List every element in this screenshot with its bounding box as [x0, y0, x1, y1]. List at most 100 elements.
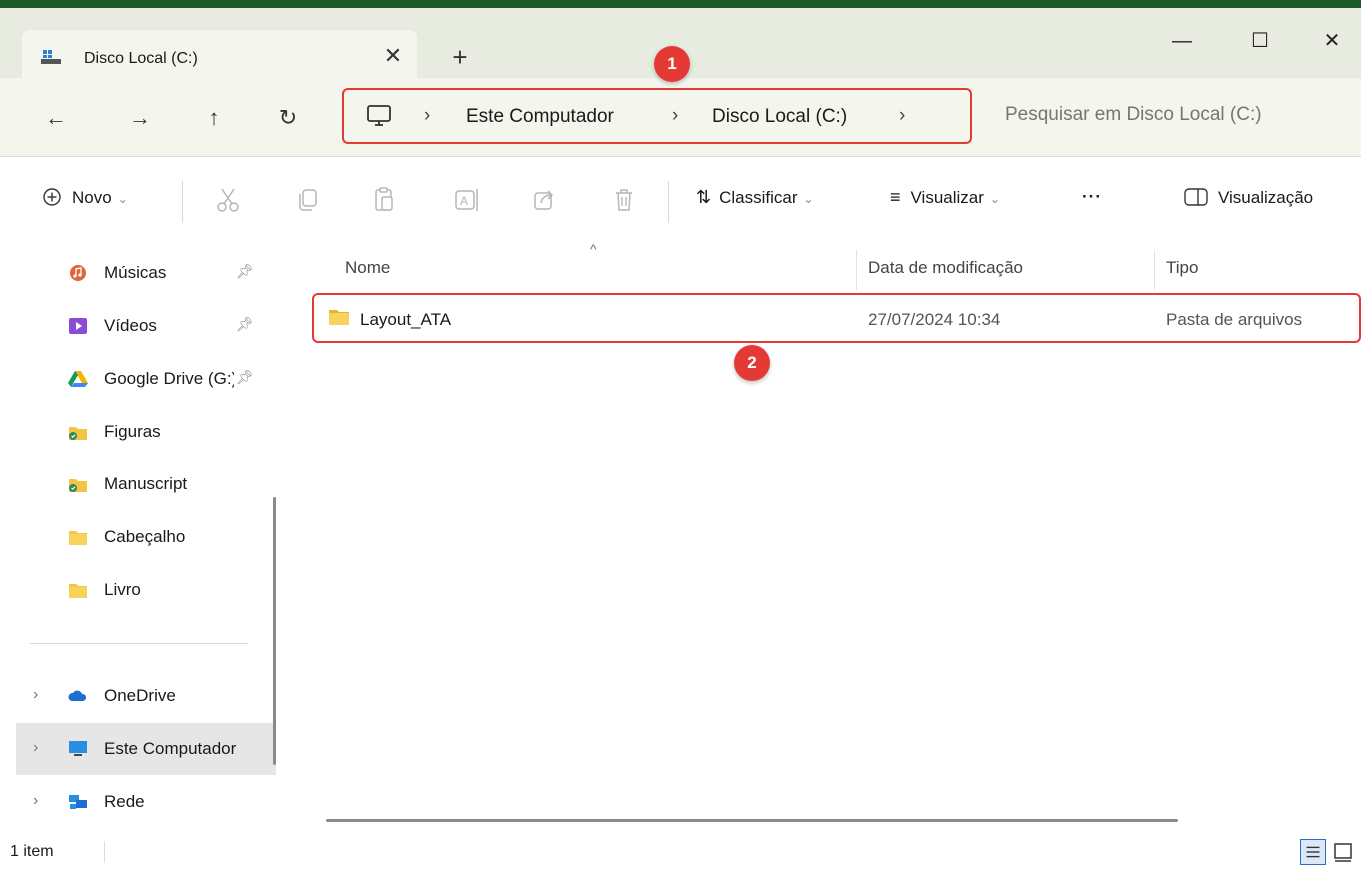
- breadcrumb-disco-local[interactable]: Disco Local (C:): [712, 106, 847, 128]
- preview-label: Visualização: [1218, 188, 1314, 207]
- sidebar-item-livro[interactable]: Livro: [0, 570, 260, 610]
- toolbar-divider: [668, 181, 669, 223]
- tab-close-button[interactable]: ✕: [379, 42, 407, 70]
- command-bar: Novo ⌄ A ⇅ Classificar ⌄ ≡ Visualizar ⌄ ···: [0, 157, 1361, 245]
- chevron-down-icon: ⌄: [803, 192, 814, 206]
- chevron-right-icon[interactable]: ›: [33, 739, 38, 757]
- address-row: ← → ↑ ↻ › Este Computador › Disco Local …: [0, 78, 1361, 157]
- address-bar[interactable]: › Este Computador › Disco Local (C:) ›: [342, 88, 972, 144]
- column-header-modified[interactable]: Data de modificação: [868, 258, 1023, 278]
- folder-icon: [69, 531, 87, 545]
- sidebar-item-label: Figuras: [104, 422, 161, 441]
- paste-icon[interactable]: [370, 185, 400, 215]
- file-name: Layout_ATA: [360, 310, 452, 329]
- sort-label: Classificar: [719, 188, 798, 207]
- breadcrumb-este-computador[interactable]: Este Computador: [466, 106, 614, 128]
- sort-button[interactable]: ⇅ Classificar ⌄: [696, 187, 814, 208]
- annotation-badge-1: 1: [654, 46, 690, 82]
- search-input[interactable]: [1005, 104, 1355, 126]
- cut-icon[interactable]: [213, 185, 243, 215]
- svg-text:A: A: [460, 194, 468, 208]
- sidebar-item-label: Google Drive (G:): [104, 369, 234, 388]
- folder-sync-icon: [69, 427, 87, 440]
- plus-circle-icon: [43, 188, 61, 206]
- sidebar-item-rede[interactable]: › Rede: [0, 782, 260, 822]
- file-type: Pasta de arquivos: [1166, 310, 1303, 329]
- pin-icon: 📌︎: [236, 263, 254, 279]
- horizontal-scrollbar[interactable]: [326, 819, 1178, 822]
- sidebar-item-label: Vídeos: [104, 316, 157, 335]
- tab-title: Disco Local (C:): [84, 50, 198, 67]
- tiles-view-icon[interactable]: [1330, 839, 1356, 865]
- chevron-down-icon: ⌄: [117, 192, 128, 206]
- music-icon: [70, 265, 86, 281]
- pin-icon: 📌︎: [236, 316, 254, 332]
- back-button[interactable]: ←: [40, 102, 72, 134]
- chevron-down-icon: ⌄: [989, 192, 1000, 206]
- toolbar-divider: [182, 181, 183, 223]
- sidebar-item-musicas[interactable]: Músicas 📌︎: [0, 253, 260, 293]
- file-modified: 27/07/2024 10:34: [868, 310, 1001, 329]
- sidebar-scrollbar[interactable]: [273, 497, 276, 765]
- folder-icon: [329, 310, 349, 325]
- column-header-type[interactable]: Tipo: [1166, 258, 1198, 278]
- sidebar-item-google-drive[interactable]: Google Drive (G:) 📌︎: [0, 359, 260, 399]
- sidebar-item-este-computador[interactable]: › Este Computador: [16, 723, 276, 775]
- sidebar-item-videos[interactable]: Vídeos 📌︎: [0, 306, 260, 346]
- window-top-border: [0, 0, 1361, 8]
- close-window-button[interactable]: ✕: [1310, 26, 1354, 56]
- chevron-right-icon[interactable]: ›: [33, 792, 38, 810]
- sidebar-item-onedrive[interactable]: › OneDrive: [0, 676, 260, 716]
- drive-icon: [41, 50, 61, 64]
- maximize-button[interactable]: ☐: [1238, 26, 1282, 56]
- status-bar: 1 item: [0, 835, 1361, 869]
- more-options-button[interactable]: ···: [1082, 187, 1102, 207]
- column-header-name[interactable]: Nome: [345, 258, 390, 278]
- sidebar-item-cabecalho[interactable]: Cabeçalho: [0, 517, 260, 557]
- cloud-icon: [68, 690, 87, 701]
- chevron-right-icon[interactable]: ›: [33, 686, 38, 704]
- sidebar-item-label: Cabeçalho: [104, 527, 186, 546]
- minimize-button[interactable]: —: [1160, 26, 1204, 56]
- delete-icon[interactable]: [609, 185, 639, 215]
- refresh-button[interactable]: ↻: [272, 102, 304, 134]
- sidebar-item-figuras[interactable]: Figuras: [0, 412, 260, 452]
- preview-pane-button[interactable]: Visualização: [1184, 187, 1313, 208]
- google-drive-icon: [68, 371, 88, 387]
- view-button[interactable]: ≡ Visualizar ⌄: [890, 187, 1000, 208]
- sidebar-item-manuscript[interactable]: Manuscript: [0, 464, 260, 504]
- network-icon: [69, 795, 87, 809]
- folder-sync-icon: [69, 479, 87, 492]
- view-label: Visualizar: [910, 188, 984, 207]
- sidebar-item-label: Manuscript: [104, 474, 188, 493]
- share-icon[interactable]: [530, 185, 560, 215]
- column-divider[interactable]: [856, 250, 857, 290]
- computer-icon: [69, 741, 87, 756]
- new-label: Novo: [72, 188, 112, 207]
- sort-ascending-icon: ^: [590, 241, 597, 257]
- column-divider[interactable]: [1154, 250, 1155, 290]
- sidebar-item-label: OneDrive: [104, 686, 176, 705]
- file-list: ^ Nome Data de modificação Tipo Layout_A…: [292, 241, 1361, 835]
- up-button[interactable]: ↑: [198, 102, 230, 134]
- navigation-pane: Músicas 📌︎ Vídeos 📌︎ Google Drive (G:) 📌…: [0, 245, 290, 835]
- pin-icon: 📌︎: [236, 369, 254, 385]
- new-button[interactable]: Novo ⌄: [42, 187, 128, 208]
- breadcrumb-separator: ›: [672, 105, 679, 126]
- sidebar-item-label: Músicas: [104, 263, 167, 282]
- video-icon: [69, 318, 87, 334]
- table-row[interactable]: Layout_ATA 27/07/2024 10:34 Pasta de arq…: [312, 293, 1361, 343]
- sidebar-item-label: Livro: [104, 580, 141, 599]
- folder-icon: [69, 584, 87, 598]
- forward-button[interactable]: →: [124, 102, 156, 134]
- rename-icon[interactable]: A: [452, 185, 482, 215]
- copy-icon[interactable]: [293, 185, 323, 215]
- sidebar-item-label: Este Computador: [104, 739, 237, 758]
- annotation-badge-2: 2: [734, 345, 770, 381]
- details-view-icon[interactable]: [1300, 839, 1326, 865]
- new-tab-button[interactable]: +: [445, 42, 475, 72]
- breadcrumb-separator: ›: [424, 105, 431, 126]
- view-lines-icon: ≡: [890, 187, 901, 207]
- computer-icon: [367, 105, 391, 126]
- preview-pane-icon: [1184, 188, 1208, 206]
